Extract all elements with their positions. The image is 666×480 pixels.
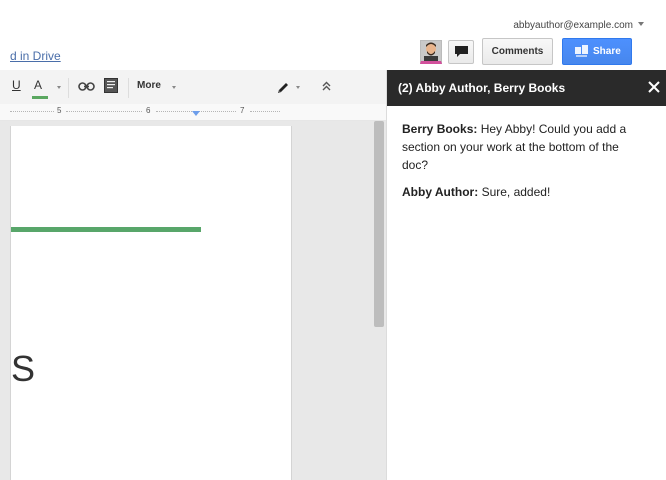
pencil-icon[interactable] xyxy=(276,81,290,95)
ruler-ticks xyxy=(250,111,280,114)
share-button[interactable]: Share xyxy=(562,38,632,65)
saved-in-drive-link[interactable]: d in Drive xyxy=(10,49,61,63)
share-label: Share xyxy=(593,46,621,57)
ruler-number: 7 xyxy=(240,106,245,115)
chat-button[interactable] xyxy=(448,40,474,64)
chat-message: Berry Books: Hey Abby! Could you add a s… xyxy=(402,120,647,174)
drive-share-icon xyxy=(575,45,588,57)
avatar-icon xyxy=(421,41,441,61)
text-color-indicator xyxy=(32,96,48,99)
document-text[interactable]: S xyxy=(11,349,35,389)
chat-message-author: Berry Books: xyxy=(402,122,478,136)
more-menu[interactable]: More xyxy=(137,80,161,91)
indent-marker[interactable] xyxy=(192,111,200,116)
ruler-ticks xyxy=(66,111,142,114)
chat-message-text: Sure, added! xyxy=(481,185,551,199)
chat-title: (2) Abby Author, Berry Books xyxy=(398,81,566,95)
collapse-icon[interactable] xyxy=(321,80,332,92)
chat-header: (2) Abby Author, Berry Books xyxy=(387,70,666,106)
toolbar-divider xyxy=(68,78,69,98)
text-color-caret-down-icon[interactable] xyxy=(57,86,61,89)
chat-message-author: Abby Author: xyxy=(402,185,479,199)
chat-messages: Berry Books: Hey Abby! Could you add a s… xyxy=(402,120,647,210)
ruler-number: 6 xyxy=(146,106,151,115)
ruler: 5 6 7 xyxy=(0,104,386,121)
underline-button[interactable]: U xyxy=(12,78,21,92)
comments-button[interactable]: Comments xyxy=(482,38,553,65)
more-caret-down-icon[interactable] xyxy=(172,86,176,89)
toolbar: U A More xyxy=(0,70,386,105)
chat-panel: (2) Abby Author, Berry Books Berry Books… xyxy=(386,70,666,480)
comment-icon[interactable] xyxy=(104,78,118,93)
top-header: abbyauthor@example.com d in Drive Commen… xyxy=(0,0,666,70)
pencil-caret-down-icon[interactable] xyxy=(296,86,300,89)
account-caret-down-icon[interactable] xyxy=(638,22,644,26)
text-color-button[interactable]: A xyxy=(34,78,42,92)
chat-message: Abby Author: Sure, added! xyxy=(402,183,647,201)
avatar[interactable] xyxy=(420,40,442,64)
document-area: S xyxy=(0,121,386,480)
ruler-ticks xyxy=(10,111,54,114)
account-email[interactable]: abbyauthor@example.com xyxy=(513,20,633,31)
chat-icon xyxy=(455,46,468,57)
document-page[interactable]: S xyxy=(10,126,292,480)
toolbar-divider xyxy=(128,78,129,98)
document-green-rule xyxy=(11,227,201,232)
close-icon[interactable] xyxy=(647,80,661,94)
document-scrollbar[interactable] xyxy=(374,121,384,327)
link-icon[interactable] xyxy=(78,82,95,91)
ruler-number: 5 xyxy=(57,106,62,115)
